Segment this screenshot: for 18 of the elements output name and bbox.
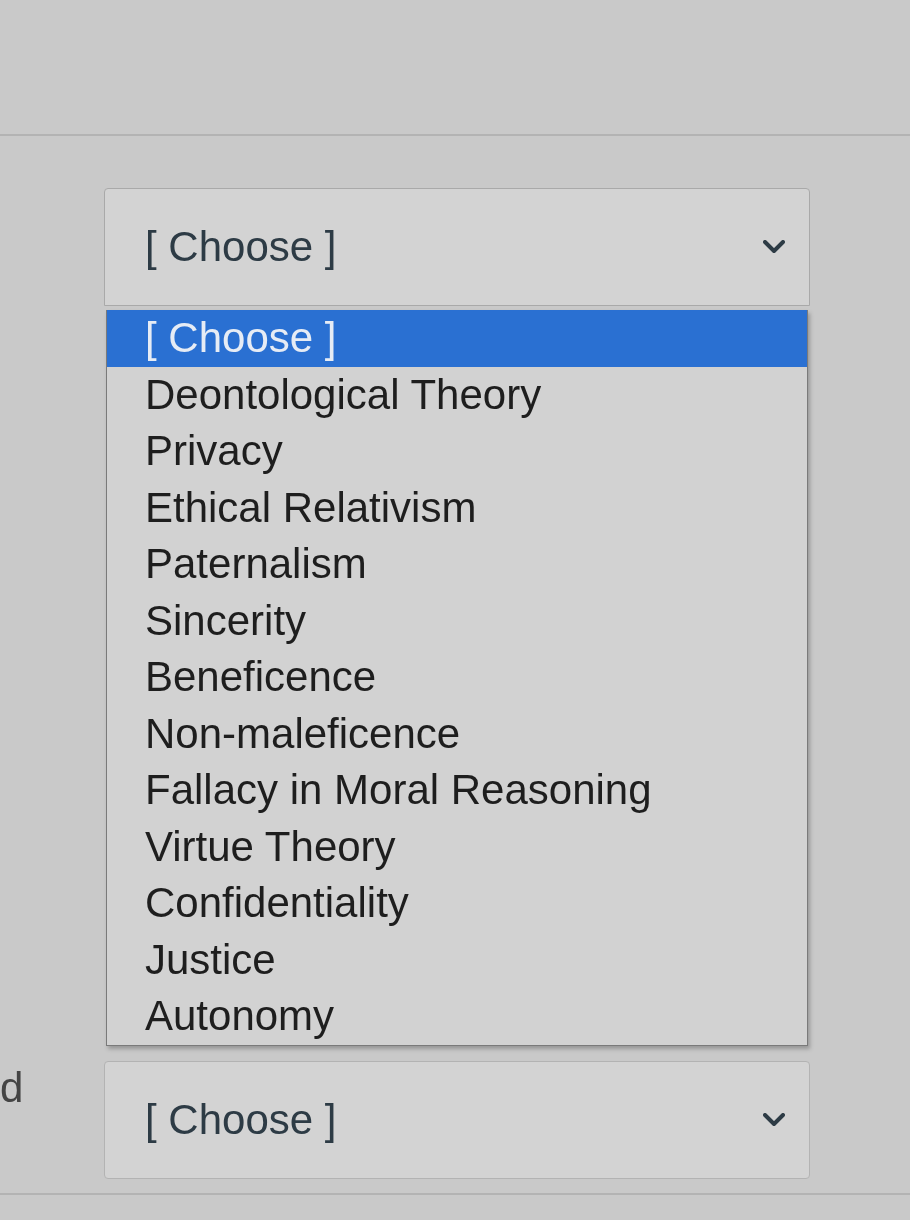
dropdown-option[interactable]: Deontological Theory <box>107 366 807 423</box>
chevron-down-icon <box>763 1112 785 1127</box>
select-field[interactable]: [ Choose ] <box>104 188 810 306</box>
dropdown-option[interactable]: Virtue Theory <box>107 818 807 875</box>
dropdown-option[interactable]: Sincerity <box>107 592 807 649</box>
dropdown-option[interactable]: Justice <box>107 931 807 988</box>
dropdown-option[interactable]: Privacy <box>107 423 807 480</box>
dropdown-option[interactable]: Non-maleficence <box>107 705 807 762</box>
dropdown-option[interactable]: Confidentiality <box>107 875 807 932</box>
chevron-down-icon <box>763 240 785 254</box>
dropdown-option[interactable]: Paternalism <box>107 536 807 593</box>
dropdown-option[interactable]: Fallacy in Moral Reasoning <box>107 762 807 819</box>
field-label: d <box>0 1064 24 1111</box>
dropdown-option[interactable]: Beneficence <box>107 649 807 706</box>
dropdown-option[interactable]: Ethical Relativism <box>107 479 807 536</box>
dropdown-option[interactable]: [ Choose ] <box>107 310 807 367</box>
select-field[interactable]: [ Choose ] <box>104 1060 810 1179</box>
dropdown-option[interactable]: Autonomy <box>107 988 807 1045</box>
